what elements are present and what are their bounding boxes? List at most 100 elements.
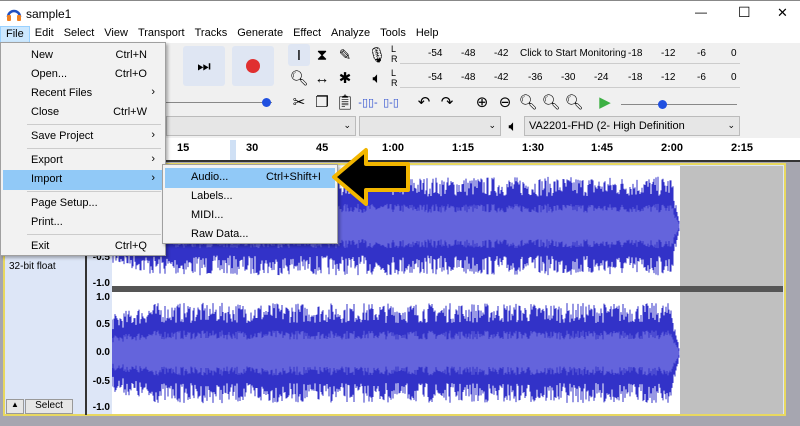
monitoring-prompt[interactable]: Click to Start Monitoring [520,48,626,59]
menu-file[interactable]: File [0,26,30,43]
asterisk-icon: ✱ [338,70,352,87]
menu-item-label: Recent Files [31,87,93,99]
playback-meter-button[interactable]: 🔈︎ [366,67,388,89]
meter-tick: -54 [428,72,443,83]
menu-view[interactable]: View [99,26,133,43]
menu-item-print[interactable]: Print... [3,213,163,233]
envelope-tool[interactable]: ⧗ [311,44,333,66]
menu-item-export[interactable]: Export › [3,151,163,171]
play-channel-labels: LR [391,68,398,88]
channel-r: R [391,54,398,64]
magnifier-icon: 🔍︎ [289,70,309,87]
zoom-out-button[interactable]: ⊖ [494,91,516,113]
menu-item-close[interactable]: Close Ctrl+W [3,103,163,123]
zoom-in-button[interactable]: ⊕ [471,91,493,113]
menu-item-label: Page Setup... [31,197,98,209]
collapse-track-button[interactable]: ▲ [6,399,24,414]
cut-button[interactable]: ✂ [288,91,310,113]
menu-item-raw-data[interactable]: Raw Data... [165,225,335,245]
select-track-button[interactable]: Select [25,399,73,414]
close-button[interactable]: ✕ [777,5,788,21]
menu-select[interactable]: Select [59,26,100,43]
multi-tool[interactable]: ✱ [334,67,356,89]
zoom-toggle-button[interactable]: 🔍︎ [563,91,585,113]
zoom-in-icon: ⊕ [475,94,489,111]
meter-tick: -42 [494,48,509,59]
menu-item-new[interactable]: New Ctrl+N [3,46,163,66]
redo-button[interactable]: ↷ [436,91,458,113]
menu-item-save-project[interactable]: Save Project › [3,127,163,147]
skip-end-icon: ⏭ [197,57,211,75]
menu-item-import[interactable]: Import › [3,170,163,190]
meter-tick: -12 [661,48,676,59]
undo-button[interactable]: ↶ [413,91,435,113]
menu-item-midi[interactable]: MIDI... [165,206,335,226]
copy-button[interactable]: ❐ [311,91,333,113]
fit-project-button[interactable]: 🔍︎ [540,91,562,113]
meter-tick: -12 [661,72,676,83]
menu-item-page-setup[interactable]: Page Setup... [3,194,163,214]
playback-device-select[interactable]: VA2201-FHD (2- High Definition ⌄ [524,116,740,136]
trim-icon: -▯▯- [358,96,378,109]
track-format: 32-bit float [9,261,56,272]
shortcut-label: Ctrl+N [115,49,147,61]
chevron-right-icon: › [151,153,155,165]
meter-tick: 0 [731,72,737,83]
time-shift-tool[interactable]: ↔ [311,67,333,89]
menu-item-label: Close [31,106,60,118]
menu-help[interactable]: Help [411,26,444,43]
menu-generate[interactable]: Generate [232,26,288,43]
menu-item-exit[interactable]: Exit Ctrl+Q [3,237,163,257]
meter-tick: -18 [628,48,643,59]
menu-separator [27,148,161,149]
channels-select[interactable]: ⌄ [359,116,501,136]
menu-item-recent-files[interactable]: Recent Files › [3,84,163,104]
minimize-button[interactable]: — [695,5,707,19]
scissors-icon: ✂ [292,94,306,111]
menu-item-label: MIDI... [191,209,224,221]
menu-tracks[interactable]: Tracks [190,26,233,43]
menu-tools[interactable]: Tools [375,26,411,43]
play-speed-slider-handle[interactable] [657,100,667,109]
fit-project-icon: 🔍︎ [541,94,561,111]
menu-item-open[interactable]: Open... Ctrl+O [3,65,163,85]
time-tick: 2:15 [731,142,754,154]
microphone-icon: 🎙︎ [367,47,387,64]
play-at-speed-button[interactable]: ▶ [594,91,616,113]
menu-edit[interactable]: Edit [30,26,59,43]
paste-button[interactable]: 📋︎ [334,91,356,113]
silence-icon: ▯-▯ [383,96,399,109]
play-speed-slider-track[interactable] [621,104,737,105]
import-submenu: Audio... Ctrl+Shift+I Labels... MIDI... Raw … [162,164,338,244]
double-arrow-icon: ↔ [314,69,330,87]
time-tick: 1:45 [591,142,614,154]
menu-item-audio[interactable]: Audio... Ctrl+Shift+I [165,168,335,188]
skip-to-end-button[interactable]: ⏭ [183,46,225,86]
menu-item-labels[interactable]: Labels... [165,187,335,207]
recording-device-select[interactable]: ⌄ [166,116,356,136]
record-meter-button[interactable]: 🎙︎ [366,44,388,66]
menu-item-label: Raw Data... [191,228,249,240]
menu-bar: File Edit Select View Transport Tracks G… [0,26,800,43]
selection-tool[interactable]: I [288,44,310,66]
volume-slider-handle[interactable] [262,98,271,107]
record-meter[interactable]: -54 -48 -42 Click to Start Monitoring -1… [400,44,740,64]
menu-effect[interactable]: Effect [288,26,326,43]
channel-l: L [391,68,397,78]
menu-transport[interactable]: Transport [133,26,190,43]
triangle-up-icon: ▲ [11,400,19,409]
scale-label: 0.5 [96,319,110,330]
draw-tool[interactable]: ✎ [334,44,356,66]
playback-meter[interactable]: -54 -48 -42 -36 -30 -24 -18 -12 -6 0 [400,68,740,88]
silence-button[interactable]: ▯-▯ [380,91,402,113]
envelope-icon: ⧗ [316,46,328,64]
maximize-button[interactable]: ☐ [738,4,751,21]
trim-button[interactable]: -▯▯- [357,91,379,113]
meter-tick: -54 [428,48,443,59]
zoom-tool[interactable]: 🔍︎ [288,67,310,89]
record-button[interactable] [232,46,274,86]
playhead-marker[interactable] [230,140,236,160]
volume-slider-track[interactable] [166,102,272,103]
fit-selection-button[interactable]: 🔍︎ [517,91,539,113]
menu-analyze[interactable]: Analyze [326,26,375,43]
